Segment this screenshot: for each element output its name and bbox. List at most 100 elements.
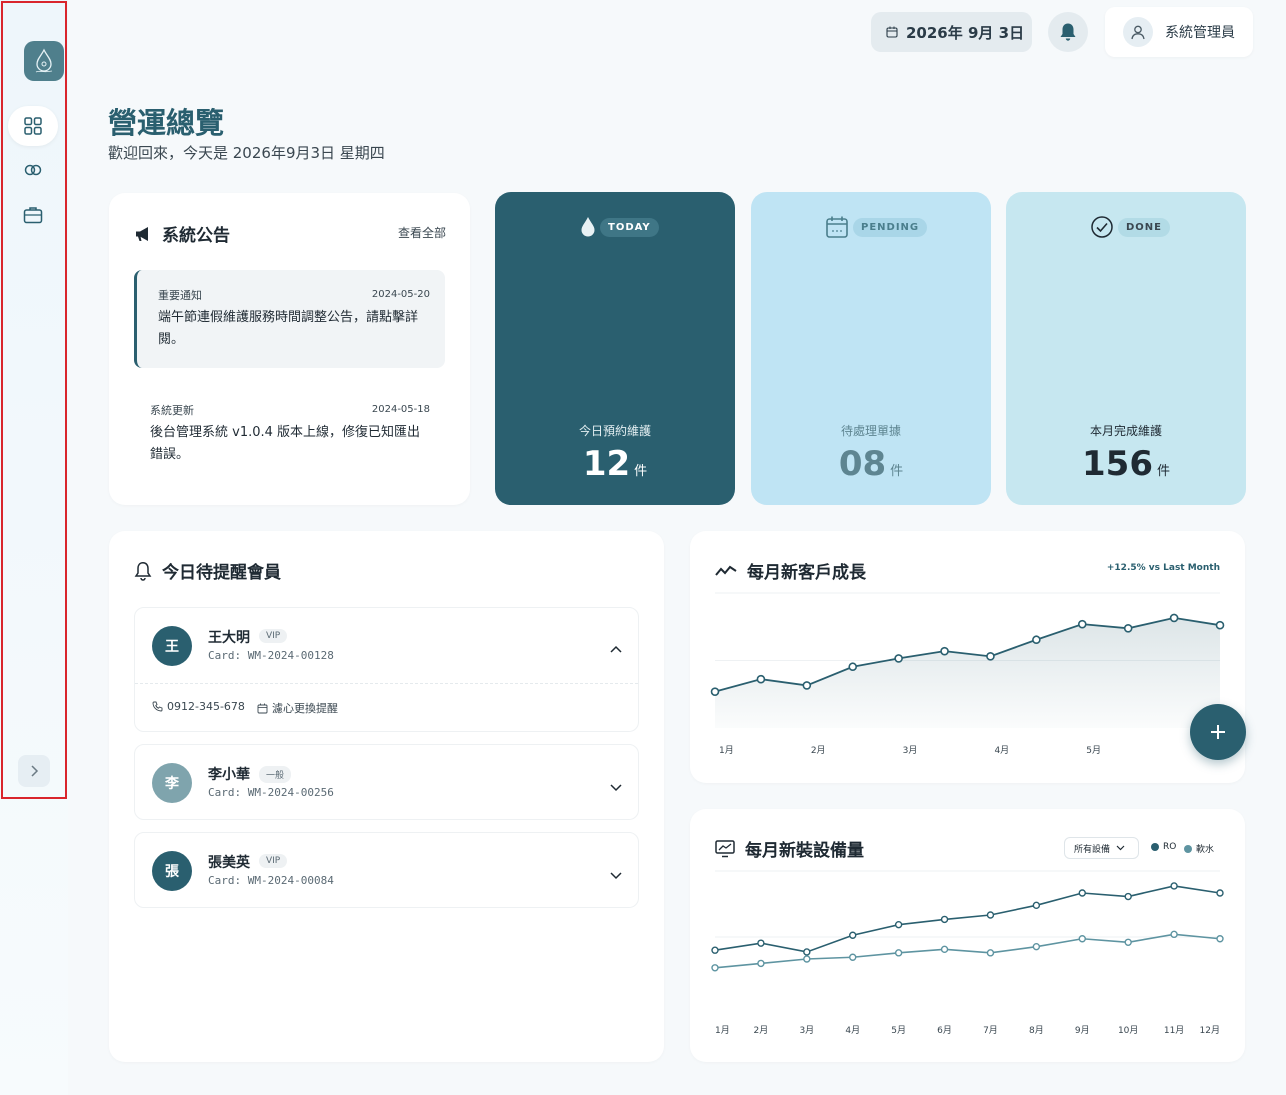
nav-orders[interactable] (8, 195, 58, 235)
data-point[interactable] (1216, 889, 1224, 897)
data-point[interactable] (803, 948, 811, 956)
add-button[interactable] (1190, 704, 1246, 760)
user-name: 系統管理員 (1165, 25, 1235, 41)
series-line (714, 933, 1221, 969)
stat-label: 今日預約維護 (578, 424, 651, 438)
page-title: 營運總覽 (108, 106, 225, 140)
bell-outline-icon (134, 561, 152, 581)
nav-dashboard[interactable] (8, 106, 58, 146)
calendar-icon (257, 703, 268, 713)
nav-members[interactable] (8, 150, 58, 190)
x-tick-label: 11月 (1164, 1025, 1184, 1036)
data-point[interactable] (802, 681, 812, 690)
x-tick-label: 2月 (811, 745, 826, 756)
member-card-number: Card: WM-2024-00256 (208, 786, 334, 799)
stat-number: 08 (838, 444, 887, 484)
announcement-text: 端午節連假維護服務時間調整公告，請點擊詳閱。 (158, 310, 419, 347)
data-point[interactable] (1077, 619, 1087, 629)
data-point[interactable] (756, 674, 766, 684)
data-point[interactable] (1078, 889, 1086, 897)
data-point[interactable] (986, 949, 995, 957)
sidebar-expand-button[interactable] (18, 755, 50, 787)
reminders-card: 今日待提醒會員 王 王大明 VIP Card: WM-2024-00128 09… (109, 531, 664, 1062)
data-point[interactable] (711, 946, 719, 954)
data-point[interactable] (757, 959, 765, 968)
expand-toggle[interactable] (610, 865, 622, 884)
data-point[interactable] (1124, 938, 1132, 946)
announcements-card: 系統公告 查看全部 重要通知 2024-05-20 端午節連假維護服務時間調整公… (109, 193, 470, 505)
member-phone-text: 0912-345-678 (167, 700, 245, 713)
data-point[interactable] (848, 662, 858, 672)
data-point[interactable] (1216, 935, 1224, 943)
data-point[interactable] (757, 939, 765, 947)
data-point[interactable] (1078, 935, 1086, 943)
stat-number: 12 (582, 444, 631, 484)
x-tick-label: 8月 (1029, 1025, 1044, 1036)
data-point[interactable] (1169, 613, 1179, 623)
avatar (1123, 17, 1153, 47)
data-point[interactable] (940, 646, 949, 656)
sidebar (0, 0, 68, 1095)
notifications-button[interactable] (1048, 12, 1088, 52)
announcements-title: 系統公告 (134, 221, 230, 246)
data-point[interactable] (710, 687, 720, 696)
data-point[interactable] (986, 652, 995, 661)
calendar-icon (886, 26, 898, 38)
data-point[interactable] (849, 931, 857, 939)
date-text: 2026年 9月 3日 (906, 23, 1025, 42)
data-point[interactable] (1032, 942, 1041, 951)
collapse-toggle[interactable] (610, 638, 622, 657)
data-point[interactable] (849, 953, 857, 961)
data-point[interactable] (940, 915, 949, 924)
data-point[interactable] (894, 920, 903, 929)
x-tick-label: 5月 (1086, 745, 1101, 756)
links-icon (24, 164, 42, 176)
expand-toggle[interactable] (610, 777, 622, 796)
data-point[interactable] (940, 945, 949, 954)
member-avatar: 王 (152, 626, 192, 666)
member-item[interactable]: 張 張美英 VIP Card: WM-2024-00084 (134, 832, 639, 908)
bell-icon (1060, 23, 1076, 41)
announcement-item[interactable]: 重要通知 2024-05-20 端午節連假維護服務時間調整公告，請點擊詳閱。 (134, 270, 445, 368)
stat-unit: 件 (1156, 464, 1170, 479)
chevron-down-icon (610, 784, 622, 792)
announcement-text: 後台管理系統 v1.0.4 版本上線，修復已知匯出錯誤。 (150, 425, 421, 462)
announcement-date: 2024-05-18 (371, 404, 430, 415)
view-all-link[interactable]: 查看全部 (398, 224, 446, 241)
x-tick-label: 12月 (1200, 1025, 1220, 1036)
data-point[interactable] (1123, 624, 1133, 633)
data-point[interactable] (986, 911, 995, 919)
divider (135, 683, 638, 684)
data-point[interactable] (1124, 892, 1132, 901)
water-drop-logo-icon (35, 48, 53, 73)
data-point[interactable] (894, 949, 903, 957)
announcement-tag: 重要通知 (158, 289, 202, 302)
brand-logo[interactable] (24, 41, 64, 81)
data-point[interactable] (1170, 930, 1178, 939)
data-point[interactable] (1170, 882, 1178, 890)
data-point[interactable] (711, 964, 719, 972)
x-tick-label: 3月 (903, 745, 918, 756)
member-name: 王大明 (208, 630, 250, 646)
date-display[interactable]: 2026年 9月 3日 (871, 12, 1032, 52)
member-item[interactable]: 李 李小華 一般 Card: WM-2024-00256 (134, 744, 639, 820)
data-point[interactable] (803, 955, 811, 963)
stat-label: 本月完成維護 (1089, 424, 1162, 438)
member-avatar: 張 (152, 851, 192, 891)
announcement-tag: 系統更新 (150, 404, 194, 417)
stat-unit: 件 (634, 464, 648, 479)
chevron-down-icon (610, 872, 622, 880)
x-tick-label: 6月 (937, 1025, 952, 1036)
reminders-title-text: 今日待提醒會員 (162, 563, 281, 583)
data-point[interactable] (1032, 635, 1041, 645)
x-tick-label: 1月 (715, 1025, 730, 1036)
data-point[interactable] (894, 654, 903, 663)
user-menu[interactable]: 系統管理員 (1105, 7, 1253, 57)
member-badge: VIP (259, 854, 288, 868)
data-point[interactable] (1215, 620, 1225, 630)
member-item[interactable]: 王 王大明 VIP Card: WM-2024-00128 0912-345-6… (134, 607, 639, 732)
data-point[interactable] (1032, 901, 1041, 910)
announcement-item[interactable]: 系統更新 2024-05-18 後台管理系統 v1.0.4 版本上線，修復已知匯… (134, 388, 445, 478)
stat-label: 待處理單據 (840, 424, 901, 438)
x-tick-label: 1月 (719, 745, 734, 756)
